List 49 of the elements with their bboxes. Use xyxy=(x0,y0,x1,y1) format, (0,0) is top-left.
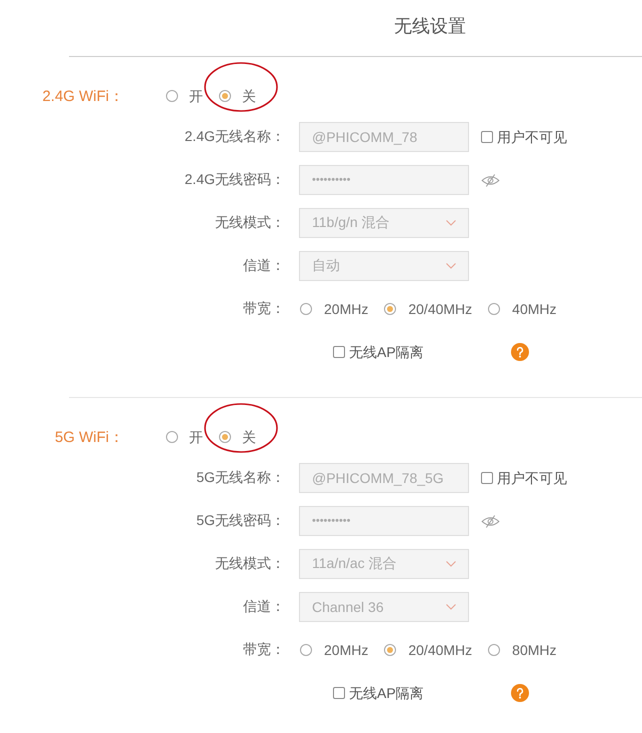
radio-option[interactable]: 80MHz xyxy=(488,641,557,659)
ap-isolation-checkbox[interactable]: 无线AP隔离 xyxy=(333,684,424,702)
hidden-ssid-checkbox[interactable]: 用户不可见 xyxy=(481,128,567,146)
radio-icon[interactable] xyxy=(300,303,312,315)
field-label: 2.4G无线名称： xyxy=(184,128,285,146)
radio-icon[interactable] xyxy=(166,90,178,102)
radio-option[interactable]: 关 xyxy=(219,428,256,446)
help-icon[interactable] xyxy=(511,684,529,702)
radio-icon[interactable] xyxy=(219,431,231,443)
field-label: 5G无线名称： xyxy=(196,469,285,487)
field-label: 信道： xyxy=(243,257,285,275)
checkbox-icon[interactable] xyxy=(481,131,493,143)
hidden-ssid-checkbox[interactable]: 用户不可见 xyxy=(481,469,567,487)
radio-icon[interactable] xyxy=(488,303,500,315)
section-label: 2.4G WiFi： xyxy=(42,86,124,106)
field-label: 带宽： xyxy=(243,641,285,659)
chevron-down-icon xyxy=(446,604,456,610)
radio-icon[interactable] xyxy=(488,644,500,656)
radio-icon[interactable] xyxy=(384,644,396,656)
checkbox-icon[interactable] xyxy=(333,687,345,699)
field-label: 无线模式： xyxy=(215,555,285,573)
page-title: 无线设置 xyxy=(394,15,466,37)
radio-icon[interactable] xyxy=(300,644,312,656)
help-icon[interactable] xyxy=(511,343,529,361)
field-label: 无线模式： xyxy=(215,214,285,232)
radio-icon[interactable] xyxy=(384,303,396,315)
field-label: 5G无线密码： xyxy=(196,512,285,530)
eye-slash-icon[interactable] xyxy=(481,514,500,528)
field-label: 2.4G无线密码： xyxy=(184,171,285,189)
section-label: 5G WiFi： xyxy=(54,428,124,446)
field-label: 带宽： xyxy=(243,300,285,318)
radio-icon[interactable] xyxy=(219,90,231,102)
field-label: 信道： xyxy=(243,598,285,616)
radio-option[interactable]: 20/40MHz xyxy=(384,300,472,318)
radio-option[interactable]: 20MHz xyxy=(300,300,368,318)
chevron-down-icon xyxy=(446,220,456,226)
checkbox-icon[interactable] xyxy=(333,346,345,358)
checkbox-icon[interactable] xyxy=(481,472,493,484)
radio-option[interactable]: 20MHz xyxy=(300,641,368,659)
ap-isolation-checkbox[interactable]: 无线AP隔离 xyxy=(333,343,424,361)
radio-option[interactable]: 20/40MHz xyxy=(384,641,472,659)
radio-option[interactable]: 关 xyxy=(219,87,256,105)
radio-option[interactable]: 40MHz xyxy=(488,300,557,318)
chevron-down-icon xyxy=(446,263,456,269)
eye-slash-icon[interactable] xyxy=(481,174,500,186)
radio-icon[interactable] xyxy=(166,431,178,443)
radio-option[interactable]: 开 xyxy=(166,87,203,105)
radio-option[interactable]: 开 xyxy=(166,428,203,446)
chevron-down-icon xyxy=(446,561,456,567)
